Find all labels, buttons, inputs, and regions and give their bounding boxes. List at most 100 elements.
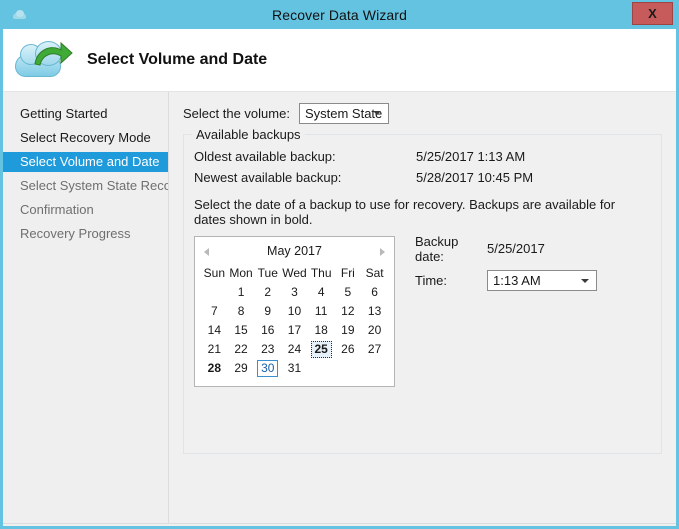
calendar-day-label: 7 [211,304,218,318]
backup-date-value: 5/25/2017 [487,241,545,256]
calendar-day-cell[interactable]: 5 [335,283,362,302]
calendar-day-cell[interactable]: 4 [308,283,335,302]
weekday-header: Mon [229,266,253,280]
sidebar-item-select-volume-and-date[interactable]: Select Volume and Date [3,152,168,172]
available-backups-groupbox: Available backups Oldest available backu… [183,127,662,454]
calendar-day-cell[interactable]: 13 [361,302,388,321]
time-label: Time: [415,273,448,288]
weekday-header: Fri [340,266,355,280]
newest-backup-value: 5/28/2017 10:45 PM [416,170,534,185]
calendar-day-cell[interactable]: 9 [254,302,281,321]
calendar-day-label: 19 [341,323,355,337]
calendar-day-cell[interactable]: 20 [361,321,388,340]
calendar-month-title: May 2017 [267,244,322,258]
chevron-down-icon [581,278,589,283]
calendar-day-cell[interactable]: 15 [228,321,255,340]
newest-backup-row: Newest available backup: 5/28/2017 10:45… [194,170,649,185]
calendar-day-cell[interactable]: 12 [335,302,362,321]
calendar-week-row: 21 22 23 24 25 26 27 [201,340,388,359]
sidebar-item-getting-started[interactable]: Getting Started [3,104,168,124]
calendar-day-label: 11 [314,304,328,318]
calendar-day-cell[interactable]: 22 [228,340,255,359]
oldest-backup-value: 5/25/2017 1:13 AM [416,149,526,164]
instruction-text: Select the date of a backup to use for r… [194,197,616,227]
calendar-day-label: 5 [344,285,352,299]
close-button[interactable]: X [632,2,673,25]
page-title: Select Volume and Date [87,51,268,68]
chevron-down-icon [372,111,381,115]
window-cloud-icon [12,7,28,23]
calendar-day-label: 29 [234,361,248,375]
calendar-day-label: 21 [207,342,222,356]
recover-data-wizard-window: Recover Data Wizard X Select Volume and … [0,0,679,529]
green-arrow-icon [34,41,73,66]
calendar-day-label: 27 [367,342,382,356]
time-select[interactable]: 1:13 AM [487,270,597,291]
calendar-day-cell[interactable]: 8 [228,302,255,321]
calendar-day-cell[interactable]: 21 [201,340,228,359]
calendar-day-cell[interactable]: 18 [308,321,335,340]
calendar-day-cell[interactable]: 25 [308,340,335,359]
calendar-day-cell[interactable]: 31 [281,359,308,378]
calendar-day-cell[interactable]: 27 [361,340,388,359]
calendar-day-cell[interactable]: 23 [254,340,281,359]
sidebar-item-select-system-state-recovery[interactable]: Select System State Reco... [3,176,182,196]
calendar-day-cell[interactable]: 7 [201,302,228,321]
time-select-value: 1:13 AM [493,273,541,288]
volume-select[interactable]: System State [298,102,389,124]
calendar-week-row: 14 15 16 17 18 19 20 [201,321,388,340]
calendar-widget[interactable]: May 2017 Sun Mon Tue Wed Thu Fri Sat 1 2… [194,236,395,387]
weekday-header: Sat [365,266,384,280]
calendar-day-cell[interactable]: 19 [335,321,362,340]
calendar-day-label: 15 [234,323,248,337]
weekday-header: Tue [257,266,278,280]
sidebar-item-recovery-progress[interactable]: Recovery Progress [3,224,168,244]
wizard-footer: < Previous Next > Recover Cancel [3,523,676,526]
oldest-backup-row: Oldest available backup: 5/25/2017 1:13 … [194,149,649,164]
calendar-week-row: 28 29 30 31 [201,359,388,378]
calendar-day-label: 25 [310,341,332,358]
oldest-backup-label: Oldest available backup: [194,149,336,164]
calendar-day-cell[interactable]: 29 [228,359,255,378]
calendar-day-cell[interactable]: 28 [201,359,228,378]
calendar-empty-cell [308,359,335,378]
chevron-left-icon[interactable] [204,248,209,256]
calendar-day-cell[interactable]: 1 [228,283,255,302]
calendar-day-label: 26 [341,342,355,356]
weekday-header: Sun [203,266,226,280]
sidebar-item-confirmation[interactable]: Confirmation [3,200,168,220]
title-bar: Recover Data Wizard X [3,0,676,29]
sidebar-item-select-recovery-mode[interactable]: Select Recovery Mode [3,128,168,148]
calendar-day-cell[interactable]: 24 [281,340,308,359]
calendar-body: 1 2 3 4 5 6 7 8 9 10 11 12 13 14 15 16 17 18 19 20 21 22 23 24 2… [201,283,388,378]
calendar-day-label: 9 [264,304,272,318]
calendar-day-label: 16 [261,323,275,337]
wizard-header: Select Volume and Date [3,29,676,92]
calendar-day-cell[interactable]: 2 [254,283,281,302]
calendar-day-label: 4 [317,285,325,299]
wizard-body: Getting Started Select Recovery Mode Sel… [3,92,676,523]
calendar-day-cell[interactable]: 30 [254,359,281,378]
calendar-day-cell[interactable]: 11 [308,302,335,321]
calendar-day-label: 6 [371,285,378,299]
calendar-day-label: 24 [287,342,302,356]
calendar-day-label: 8 [237,304,245,318]
calendar-day-label: 23 [261,342,275,356]
window-title: Recover Data Wizard [272,6,407,23]
backup-date-row: Backup date: 5/25/2017 [415,234,597,264]
calendar-week-row: 7 8 9 10 11 12 13 [201,302,388,321]
calendar-day-cell[interactable]: 17 [281,321,308,340]
weekday-header: Wed [282,266,307,280]
calendar-day-cell[interactable]: 10 [281,302,308,321]
backup-date-time-panel: Backup date: 5/25/2017 Time: 1:13 AM [415,234,597,302]
calendar-day-cell[interactable]: 14 [201,321,228,340]
groupbox-legend: Available backups [192,127,305,142]
calendar-day-cell[interactable]: 16 [254,321,281,340]
calendar-day-cell[interactable]: 6 [361,283,388,302]
calendar-day-cell[interactable]: 3 [281,283,308,302]
calendar-day-label: 1 [237,285,245,299]
calendar-day-label: 30 [257,360,279,377]
calendar-day-label: 22 [234,342,248,356]
calendar-day-cell[interactable]: 26 [335,340,362,359]
chevron-right-icon[interactable] [380,248,385,256]
